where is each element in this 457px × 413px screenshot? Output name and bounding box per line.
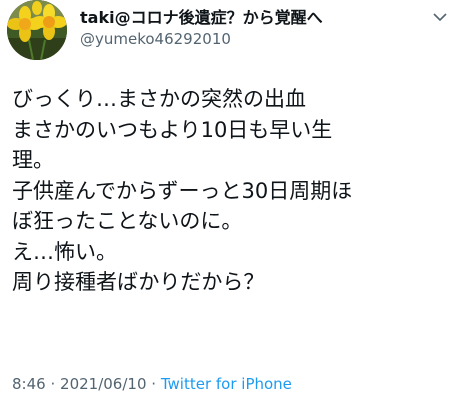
meta-separator: · xyxy=(151,375,157,393)
tweet-time[interactable]: 8:46 xyxy=(12,375,46,393)
tweet-card: taki@コロナ後遺症？から覚醒へ @yumeko46292010 びっくり…ま… xyxy=(0,0,457,413)
avatar[interactable] xyxy=(7,0,67,60)
tweet-text-line: まさかのいつもより10日も早い生 xyxy=(12,117,333,142)
tweet-source-link[interactable]: Twitter for iPhone xyxy=(161,375,292,393)
meta-separator: · xyxy=(50,375,56,393)
tweet-text-line: え…怖い。 xyxy=(12,239,117,264)
daffodil-avatar-image xyxy=(7,0,67,60)
tweet-date[interactable]: 2021/06/10 xyxy=(60,375,146,393)
tweet-text-line: びっくり…まさかの突然の出血 xyxy=(12,87,306,111)
tweet-text-line: 周り接種者ばかりだから？ xyxy=(12,270,265,294)
author-display-name[interactable]: taki@コロナ後遺症？から覚醒へ xyxy=(80,4,323,28)
tweet-text-line: 子供産んでからずーっと30日周期ほ xyxy=(12,178,353,203)
more-options-icon[interactable] xyxy=(431,8,449,26)
tweet-text-line: 理。 xyxy=(12,148,54,172)
author-handle[interactable]: @yumeko46292010 xyxy=(80,30,231,48)
tweet-text: びっくり…まさかの突然の出血 まさかのいつもより10日も早い生 理。 子供産んで… xyxy=(12,84,442,298)
tweet-text-line: ぼ狂ったことないのに。 xyxy=(12,209,243,233)
tweet-meta: 8:46 · 2021/06/10 · Twitter for iPhone xyxy=(12,375,292,393)
